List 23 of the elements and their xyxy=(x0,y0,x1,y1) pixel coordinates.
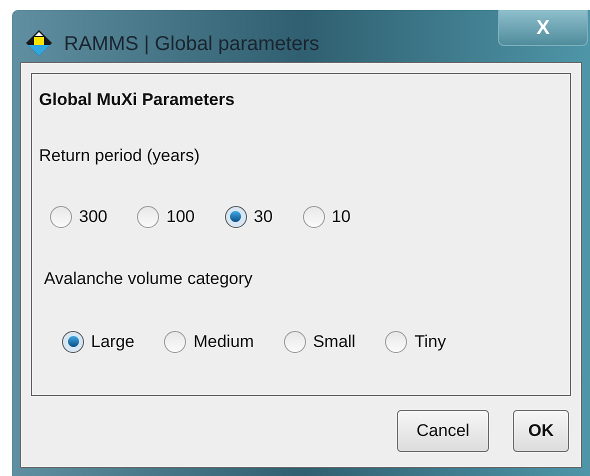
radio-option[interactable]: Large xyxy=(62,329,134,354)
radio-option[interactable]: 10 xyxy=(302,204,351,230)
window-title: RAMMS | Global parameters xyxy=(64,32,320,57)
radio-option[interactable]: 100 xyxy=(137,204,195,230)
radio-option[interactable]: Tiny xyxy=(385,329,446,354)
radio-button[interactable] xyxy=(385,330,408,353)
radio-option[interactable]: Medium xyxy=(164,329,254,354)
radio-button[interactable] xyxy=(302,206,325,228)
ok-button[interactable]: OK xyxy=(513,410,569,452)
radio-button[interactable] xyxy=(62,330,84,353)
radio-button[interactable] xyxy=(164,330,186,353)
volume-category-label: Avalanche volume category xyxy=(44,268,254,290)
panel-heading: Global MuXi Parameters xyxy=(39,89,236,111)
radio-button[interactable] xyxy=(137,206,160,228)
app-logo-icon xyxy=(24,28,54,58)
radio-button[interactable] xyxy=(284,330,306,353)
radio-option[interactable]: 30 xyxy=(224,204,273,230)
radio-option[interactable]: 300 xyxy=(50,204,108,230)
radio-button[interactable] xyxy=(224,206,247,228)
cancel-button[interactable]: Cancel xyxy=(397,410,489,452)
radio-option[interactable]: Small xyxy=(284,329,356,354)
return-period-label: Return period (years) xyxy=(39,144,201,166)
radio-button[interactable] xyxy=(50,206,72,228)
